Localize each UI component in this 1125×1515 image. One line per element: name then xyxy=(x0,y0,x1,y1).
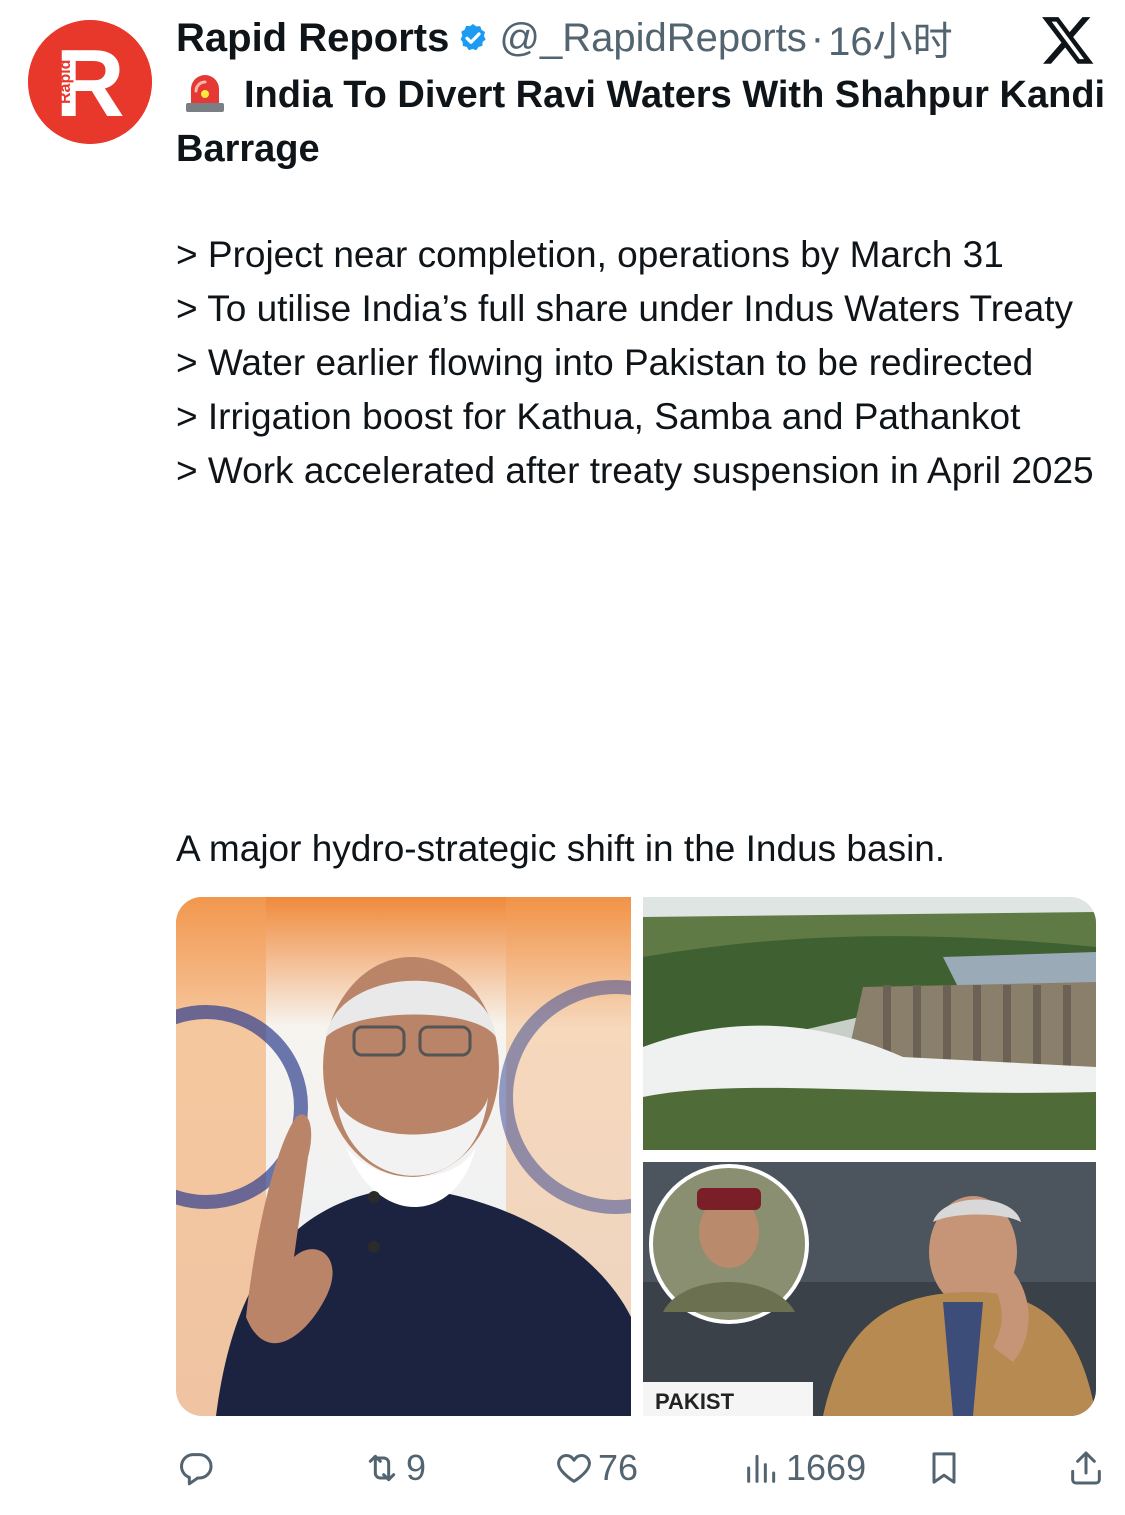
media-caption: PAKIST xyxy=(655,1389,735,1414)
views-button[interactable]: 1669 xyxy=(742,1440,866,1496)
retweet-button[interactable]: 9 xyxy=(362,1440,426,1496)
handle[interactable]: @_RapidReports xyxy=(499,16,806,61)
photo-dam-image xyxy=(643,897,1096,1150)
views-icon xyxy=(747,1454,776,1483)
tweet-header: Rapid Reports @_RapidReports · 16小时 xyxy=(176,9,953,67)
share-icon xyxy=(1071,1451,1101,1485)
bullet-item: > Project near completion, operations by… xyxy=(176,234,1004,275)
retweet-icon xyxy=(368,1454,396,1482)
bullet-item: > Work accelerated after treaty suspensi… xyxy=(176,450,1094,491)
rapid-logo: R Rapid xyxy=(28,20,152,144)
media-grid: PAKIST xyxy=(176,897,1096,1416)
separator: · xyxy=(810,15,825,60)
retweet-count: 9 xyxy=(406,1447,427,1488)
avatar[interactable]: R Rapid xyxy=(28,20,152,144)
bullet-item: > To utilise India’s full share under In… xyxy=(176,288,1074,329)
views-count: 1669 xyxy=(786,1447,867,1488)
x-logo-icon xyxy=(1042,17,1094,64)
bookmark-icon xyxy=(932,1452,956,1484)
bullet-item: > Water earlier flowing into Pakistan to… xyxy=(176,342,1034,383)
verified-badge-icon xyxy=(460,24,487,51)
photo-leader-image xyxy=(176,897,631,1416)
like-count: 76 xyxy=(598,1447,639,1488)
siren-icon xyxy=(186,75,224,112)
reply-icon xyxy=(180,1453,213,1486)
media-photo-leader[interactable] xyxy=(176,897,631,1416)
tweet-headline: India To Divert Ravi Waters With Shahpur… xyxy=(176,68,1106,176)
photo-officials-image: PAKIST xyxy=(643,1162,1096,1416)
media-photo-dam[interactable] xyxy=(643,897,1096,1150)
tweet-body: > Project near completion, operations by… xyxy=(176,228,1111,498)
media-photo-officials[interactable]: PAKIST xyxy=(643,1162,1096,1416)
timestamp[interactable]: 16小时 xyxy=(828,9,953,67)
reply-button[interactable] xyxy=(176,1440,220,1496)
bookmark-button[interactable] xyxy=(924,1440,968,1496)
closing-line: A major hydro-strategic shift in the Ind… xyxy=(176,828,946,869)
headline-text: India To Divert Ravi Waters With Shahpur… xyxy=(176,74,1106,170)
like-button[interactable]: 76 xyxy=(554,1440,638,1496)
like-icon xyxy=(557,1454,591,1483)
share-button[interactable] xyxy=(1066,1440,1110,1496)
bullet-item: > Irrigation boost for Kathua, Samba and… xyxy=(176,396,1021,437)
display-name[interactable]: Rapid Reports xyxy=(176,16,449,61)
svg-text:Rapid: Rapid xyxy=(57,60,74,104)
action-bar: 9 76 1669 xyxy=(176,1440,1106,1496)
